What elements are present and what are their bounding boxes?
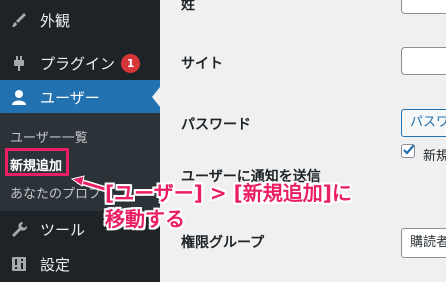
menu-item-plugins[interactable]: プラグイン 1 <box>0 46 160 80</box>
wrench-icon <box>8 218 30 240</box>
submenu-item-profile[interactable]: あなたのプロフ <box>10 183 101 202</box>
menu-label: 外観 <box>40 11 71 30</box>
annotation-line-2: 移動する <box>105 207 185 231</box>
update-count-badge: 1 <box>121 53 141 73</box>
menu-label: プラグイン <box>40 54 116 73</box>
password-label: パスワード <box>181 117 251 133</box>
generate-password-button[interactable]: パスワ <box>401 109 446 137</box>
website-input[interactable] <box>401 47 446 75</box>
annotation-line-1: [ユーザー] > [新規追加]に <box>105 181 352 205</box>
last-name-input[interactable] <box>401 0 446 14</box>
menu-label: 設定 <box>40 255 71 274</box>
send-notification-checkbox[interactable] <box>401 144 415 158</box>
menu-item-users[interactable]: ユーザー <box>0 80 160 114</box>
menu-item-settings[interactable]: 設定 <box>0 247 160 281</box>
plugin-icon <box>8 52 30 74</box>
settings-icon <box>8 253 30 275</box>
menu-item-appearance[interactable]: 外観 <box>0 3 160 37</box>
paintbrush-icon <box>8 9 30 31</box>
user-icon <box>8 86 30 108</box>
add-new-highlight <box>5 148 69 176</box>
current-menu-indicator <box>152 87 160 107</box>
submenu-item-all-users[interactable]: ユーザー一覧 <box>10 127 88 146</box>
menu-label: ツール <box>40 220 86 239</box>
role-label: 権限グループ <box>181 235 265 251</box>
user-form: 姓 サイト パスワード パスワ ユーザーに通知を送信 新規 権限グループ 購読者 <box>160 0 446 282</box>
annotation-callout: [ユーザー] > [新規追加]に 移動する <box>105 180 405 232</box>
send-notification-checkbox-label: 新規 <box>423 149 446 164</box>
menu-label: ユーザー <box>40 88 100 107</box>
last-name-label: 姓 <box>181 0 195 13</box>
website-label: サイト <box>181 56 223 72</box>
admin-sidebar: 外観 プラグイン 1 ユーザー ユーザー一覧 新規追加 あなたのプロフ ツール … <box>0 0 160 282</box>
role-select[interactable]: 購読者 <box>401 228 446 258</box>
